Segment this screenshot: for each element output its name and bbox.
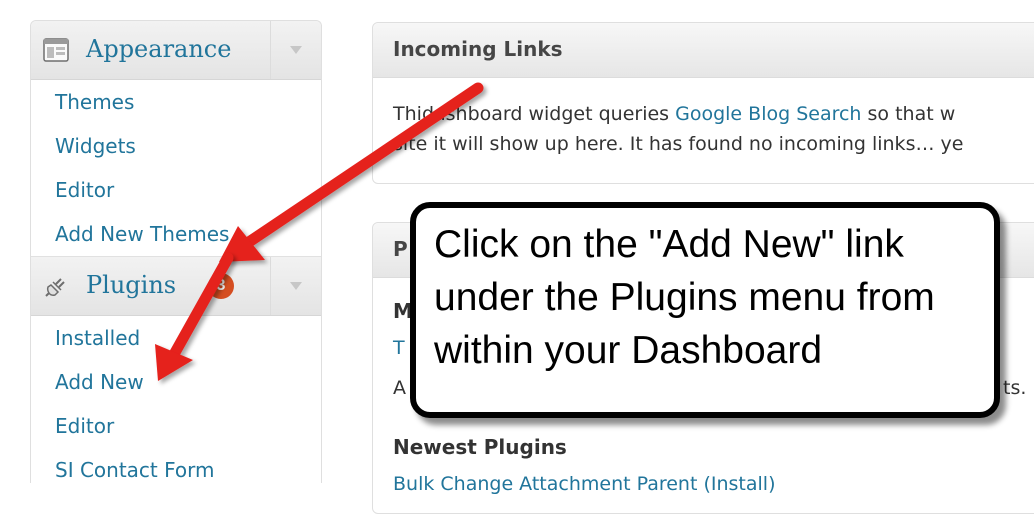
arrow-two xyxy=(155,252,234,381)
callout-text: Click on the "Add New" link under the Pl… xyxy=(434,223,935,372)
instruction-callout: Click on the "Add New" link under the Pl… xyxy=(410,202,1000,418)
